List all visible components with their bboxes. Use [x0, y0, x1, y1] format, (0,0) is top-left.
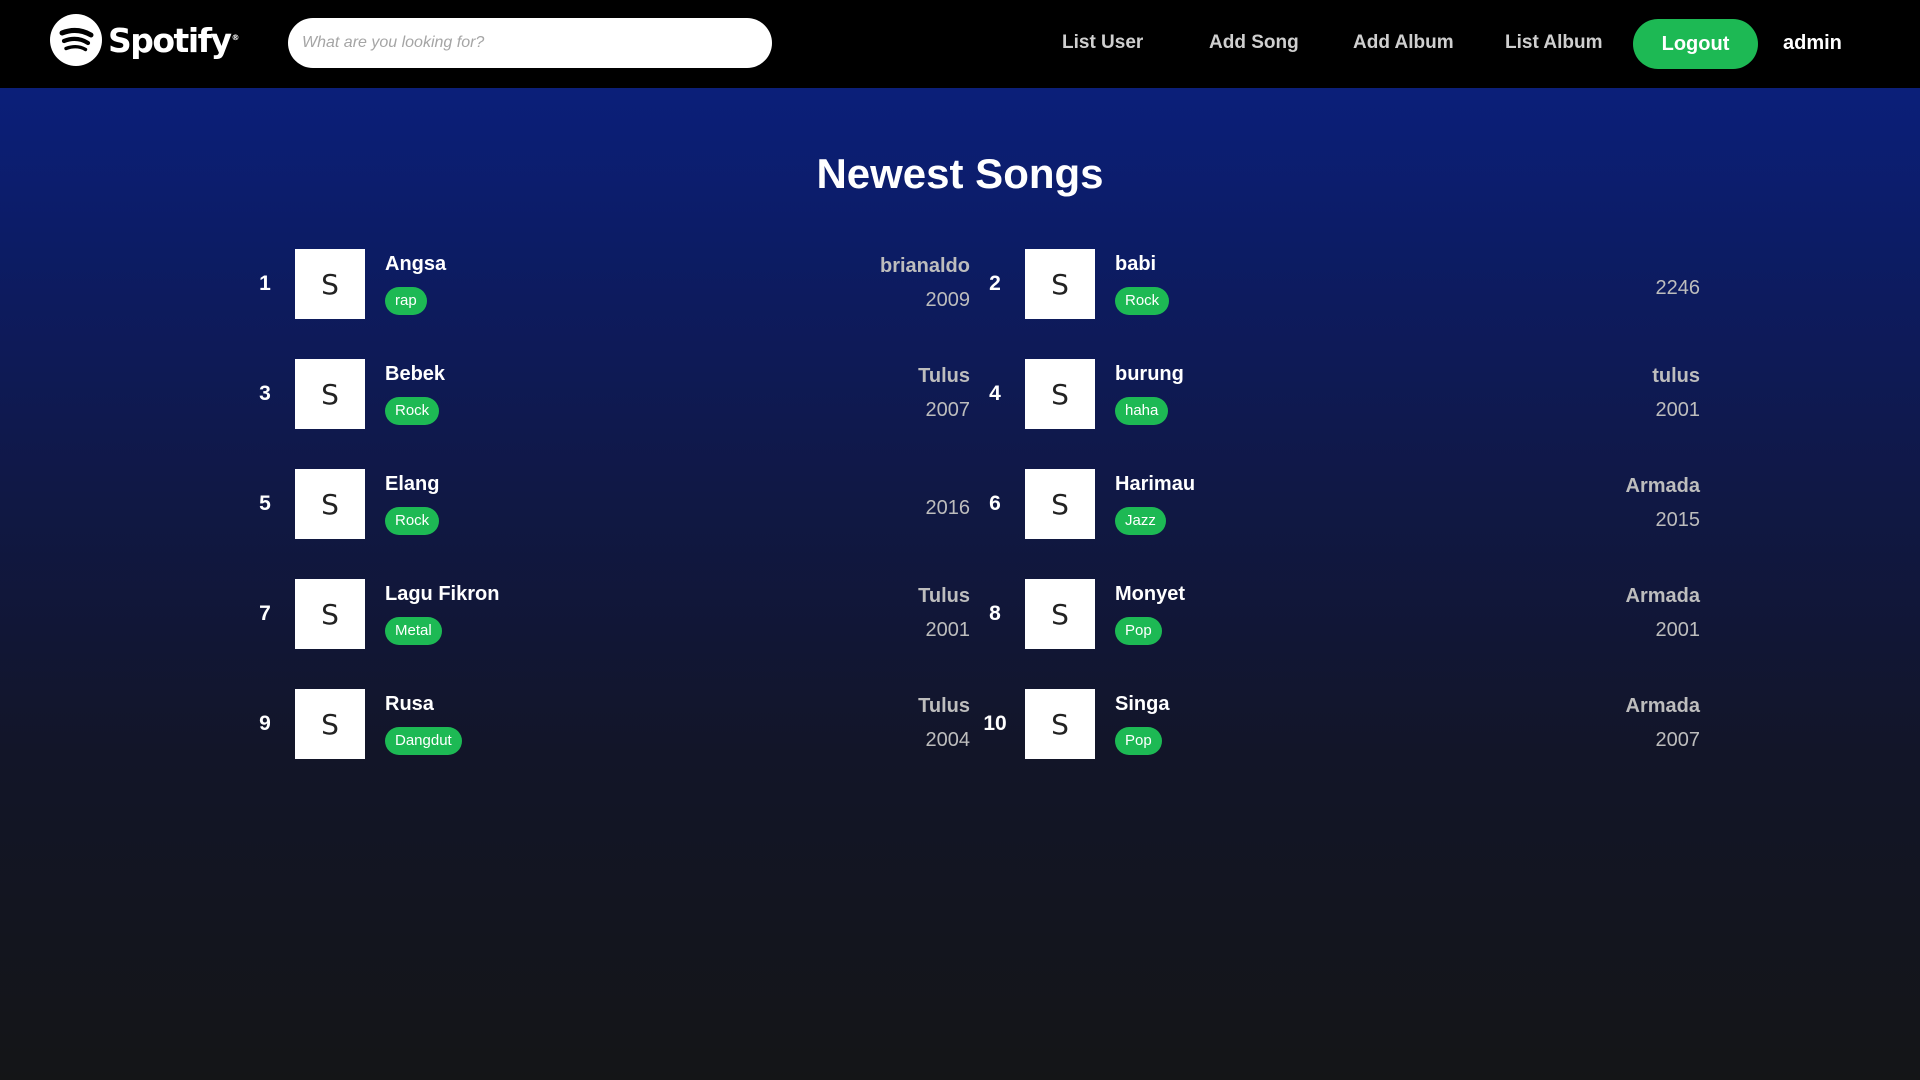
genre-badge: Pop [1115, 727, 1162, 755]
song-number: 6 [989, 492, 1001, 515]
song-artist: Armada [1625, 695, 1700, 717]
song-title[interactable]: Lagu Fikron [385, 583, 499, 606]
logout-button[interactable]: Logout [1633, 19, 1758, 69]
song-number: 1 [259, 272, 271, 295]
genre-badge: haha [1115, 397, 1169, 425]
song-number: 5 [259, 492, 271, 515]
nav-list-user[interactable]: List User [1062, 32, 1143, 54]
genre-badge: Rock [385, 507, 440, 535]
song-row[interactable]: 9 S Rusa Dangdut Tulus 2004 [250, 689, 970, 759]
song-year: 2007 [1655, 729, 1701, 751]
song-thumbnail: S [1025, 249, 1095, 319]
song-row[interactable]: 2 S babi Rock 2246 [980, 249, 1700, 319]
song-year: 2016 [925, 497, 971, 519]
song-year: 2001 [1655, 399, 1701, 421]
song-thumbnail: S [295, 689, 365, 759]
genre-badge: Dangdut [385, 727, 462, 755]
song-thumbnail: S [1025, 689, 1095, 759]
song-year: 2001 [925, 619, 971, 641]
song-artist: brianaldo [879, 255, 970, 277]
song-number: 3 [259, 382, 271, 405]
song-title[interactable]: Angsa [385, 253, 446, 276]
song-thumbnail: S [295, 249, 365, 319]
song-title[interactable]: Singa [1115, 693, 1169, 716]
song-row[interactable]: 3 S Bebek Rock Tulus 2007 [250, 359, 970, 429]
song-artist: Tulus [918, 365, 970, 387]
genre-badge: Pop [1115, 617, 1162, 645]
song-row[interactable]: 8 S Monyet Pop Armada 2001 [980, 579, 1700, 649]
nav-add-album[interactable]: Add Album [1353, 32, 1454, 54]
nav-list-album[interactable]: List Album [1505, 32, 1602, 54]
navbar: Spotify® List User Add Song Add Album Li… [0, 0, 1920, 88]
genre-badge: Jazz [1115, 507, 1166, 535]
song-row[interactable]: 1 S Angsa rap brianaldo 2009 [250, 249, 970, 319]
song-year: 2001 [1655, 619, 1701, 641]
current-user-label[interactable]: admin [1783, 32, 1842, 55]
genre-badge: Rock [1115, 287, 1170, 315]
song-thumbnail: S [1025, 469, 1095, 539]
song-title[interactable]: babi [1115, 253, 1156, 276]
genre-badge: Metal [385, 617, 442, 645]
song-row[interactable]: 7 S Lagu Fikron Metal Tulus 2001 [250, 579, 970, 649]
song-artist: Armada [1625, 585, 1700, 607]
genre-badge: Rock [385, 397, 440, 425]
song-row[interactable]: 4 S burung haha tulus 2001 [980, 359, 1700, 429]
song-number: 7 [259, 602, 271, 625]
song-thumbnail: S [295, 579, 365, 649]
song-row[interactable]: 10 S Singa Pop Armada 2007 [980, 689, 1700, 759]
song-thumbnail: S [295, 469, 365, 539]
song-number: 10 [983, 712, 1007, 735]
song-row[interactable]: 6 S Harimau Jazz Armada 2015 [980, 469, 1700, 539]
song-row[interactable]: 5 S Elang Rock 2016 [250, 469, 970, 539]
song-number: 8 [989, 602, 1001, 625]
song-artist: Tulus [918, 695, 970, 717]
song-number: 2 [989, 272, 1001, 295]
song-title[interactable]: Rusa [385, 693, 434, 716]
search-input[interactable] [288, 18, 772, 68]
song-thumbnail: S [1025, 359, 1095, 429]
song-number: 4 [989, 382, 1001, 405]
song-year: 2007 [925, 399, 971, 421]
spotify-logo[interactable]: Spotify® [50, 13, 239, 67]
song-title[interactable]: Harimau [1115, 473, 1195, 496]
song-title[interactable]: Monyet [1115, 583, 1185, 606]
song-artist: Armada [1625, 475, 1700, 497]
song-artist: Tulus [918, 585, 970, 607]
page-title: Newest Songs [816, 150, 1104, 197]
song-year: 2015 [1655, 509, 1701, 531]
song-year: 2004 [925, 729, 971, 751]
song-title[interactable]: Bebek [385, 363, 445, 386]
song-year: 2246 [1655, 277, 1701, 299]
song-artist: tulus [1652, 365, 1700, 387]
song-thumbnail: S [1025, 579, 1095, 649]
logo-text: Spotify® [108, 20, 239, 60]
song-number: 9 [259, 712, 271, 735]
nav-add-song[interactable]: Add Song [1209, 32, 1299, 54]
song-thumbnail: S [295, 359, 365, 429]
song-year: 2009 [925, 289, 971, 311]
song-title[interactable]: Elang [385, 473, 439, 496]
genre-badge: rap [385, 287, 427, 315]
spotify-logo-icon [50, 14, 102, 66]
song-title[interactable]: burung [1115, 363, 1184, 386]
